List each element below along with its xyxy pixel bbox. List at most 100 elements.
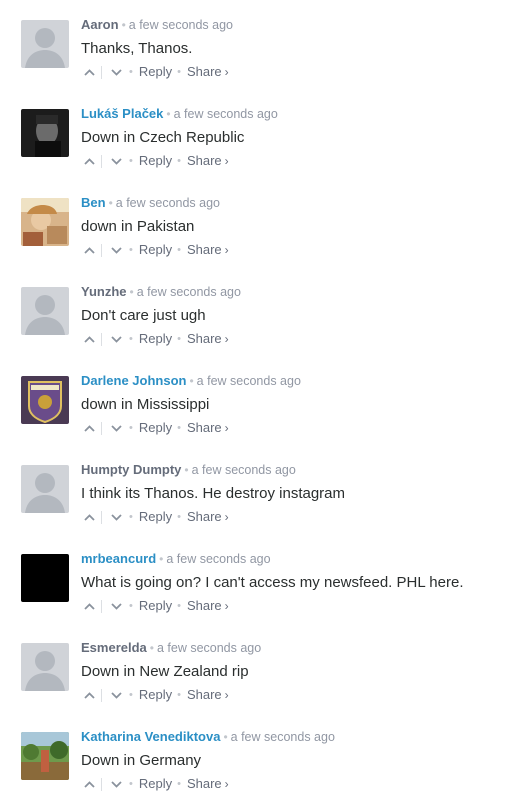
upvote-button[interactable] <box>81 331 97 347</box>
upvote-button[interactable] <box>81 420 97 436</box>
comment-timestamp[interactable]: a few seconds ago <box>116 196 220 210</box>
comment-author[interactable]: mrbeancurd <box>81 551 156 566</box>
comment-text: Thanks, Thanos. <box>81 40 193 57</box>
chevron-up-icon <box>83 602 95 610</box>
comment-timestamp[interactable]: a few seconds ago <box>166 552 270 566</box>
comment-author[interactable]: Esmerelda <box>81 640 147 655</box>
comment-body: Darlene Johnson • a few seconds ago down in… <box>81 372 501 437</box>
comment-item: Katharina Venediktova • a few seconds ago D… <box>21 728 501 808</box>
share-label: Share <box>186 420 222 435</box>
comment-body: Esmerelda • a few seconds ago Down in New Z… <box>81 639 501 704</box>
comment-meta: Katharina Venediktova • a few seconds ago <box>81 728 501 746</box>
reply-button[interactable]: Reply <box>139 63 172 81</box>
reply-button[interactable]: Reply <box>139 775 172 793</box>
reply-button[interactable]: Reply <box>139 597 172 615</box>
action-separator: • <box>177 778 181 790</box>
downvote-button[interactable] <box>108 331 124 347</box>
action-separator: • <box>129 511 133 523</box>
reply-button[interactable]: Reply <box>139 152 172 170</box>
comment-text: I think its Thanos. He destroy instagram <box>81 485 346 502</box>
share-button[interactable]: Share › <box>187 419 229 437</box>
meta-separator: • <box>121 18 126 32</box>
downvote-button[interactable] <box>108 420 124 436</box>
downvote-button[interactable] <box>108 242 124 258</box>
action-separator: • <box>177 333 181 345</box>
share-button[interactable]: Share › <box>187 775 229 793</box>
avatar[interactable] <box>21 732 69 780</box>
share-button[interactable]: Share › <box>187 508 229 526</box>
comment-timestamp[interactable]: a few seconds ago <box>174 107 278 121</box>
chevron-down-icon <box>110 780 122 788</box>
downvote-button[interactable] <box>108 64 124 80</box>
meta-separator: • <box>223 730 228 744</box>
avatar[interactable] <box>21 376 69 424</box>
chevron-down-icon <box>110 68 122 76</box>
share-label: Share <box>186 598 222 613</box>
avatar[interactable] <box>21 554 69 602</box>
avatar[interactable] <box>21 465 69 513</box>
share-button[interactable]: Share › <box>187 330 229 348</box>
avatar[interactable] <box>21 643 69 691</box>
comment-author[interactable]: Lukáš Plaček <box>81 106 163 121</box>
comment-timestamp[interactable]: a few seconds ago <box>192 463 296 477</box>
avatar[interactable] <box>21 20 69 68</box>
comment-meta: Esmerelda • a few seconds ago <box>81 639 501 657</box>
upvote-button[interactable] <box>81 776 97 792</box>
chevron-up-icon <box>83 780 95 788</box>
comment-timestamp[interactable]: a few seconds ago <box>157 641 261 655</box>
upvote-button[interactable] <box>81 598 97 614</box>
comment-text: Down in New Zealand rip <box>81 663 249 680</box>
upvote-button[interactable] <box>81 64 97 80</box>
reply-button[interactable]: Reply <box>139 241 172 259</box>
chevron-down-icon <box>110 513 122 521</box>
share-button[interactable]: Share › <box>187 597 229 615</box>
upvote-button[interactable] <box>81 153 97 169</box>
share-button[interactable]: Share › <box>187 686 229 704</box>
comment-timestamp[interactable]: a few seconds ago <box>137 285 241 299</box>
comment-meta: Darlene Johnson • a few seconds ago <box>81 372 501 390</box>
chevron-right-icon: › <box>224 332 229 346</box>
vote-divider <box>101 421 102 435</box>
chevron-down-icon <box>110 602 122 610</box>
comment-meta: Ben • a few seconds ago <box>81 194 501 212</box>
share-button[interactable]: Share › <box>187 63 229 81</box>
avatar[interactable] <box>21 198 69 246</box>
chevron-down-icon <box>110 691 122 699</box>
share-button[interactable]: Share › <box>187 241 229 259</box>
comment-author[interactable]: Ben <box>81 195 106 210</box>
downvote-button[interactable] <box>108 153 124 169</box>
upvote-button[interactable] <box>81 687 97 703</box>
comment-author[interactable]: Humpty Dumpty <box>81 462 181 477</box>
comment-text: down in Pakistan <box>81 218 195 235</box>
reply-button[interactable]: Reply <box>139 508 172 526</box>
comment-actions: • Reply • Share › <box>81 419 501 437</box>
comment-actions: • Reply • Share › <box>81 597 501 615</box>
vote-divider <box>101 154 102 168</box>
share-button[interactable]: Share › <box>187 152 229 170</box>
comment-timestamp[interactable]: a few seconds ago <box>231 730 335 744</box>
comment-author[interactable]: Darlene Johnson <box>81 373 186 388</box>
reply-button[interactable]: Reply <box>139 330 172 348</box>
chevron-up-icon <box>83 691 95 699</box>
comment-author[interactable]: Yunzhe <box>81 284 127 299</box>
reply-button[interactable]: Reply <box>139 419 172 437</box>
share-label: Share <box>186 776 222 791</box>
reply-button[interactable]: Reply <box>139 686 172 704</box>
upvote-button[interactable] <box>81 242 97 258</box>
downvote-button[interactable] <box>108 598 124 614</box>
comment-timestamp[interactable]: a few seconds ago <box>129 18 233 32</box>
upvote-button[interactable] <box>81 509 97 525</box>
downvote-button[interactable] <box>108 687 124 703</box>
action-separator: • <box>129 689 133 701</box>
downvote-button[interactable] <box>108 509 124 525</box>
avatar[interactable] <box>21 287 69 335</box>
downvote-button[interactable] <box>108 776 124 792</box>
comment-author[interactable]: Aaron <box>81 17 119 32</box>
chevron-up-icon <box>83 157 95 165</box>
comment-author[interactable]: Katharina Venediktova <box>81 729 220 744</box>
action-separator: • <box>129 778 133 790</box>
action-separator: • <box>129 66 133 78</box>
avatar[interactable] <box>21 109 69 157</box>
comment-timestamp[interactable]: a few seconds ago <box>197 374 301 388</box>
comment-item: Darlene Johnson • a few seconds ago down in… <box>21 372 501 452</box>
